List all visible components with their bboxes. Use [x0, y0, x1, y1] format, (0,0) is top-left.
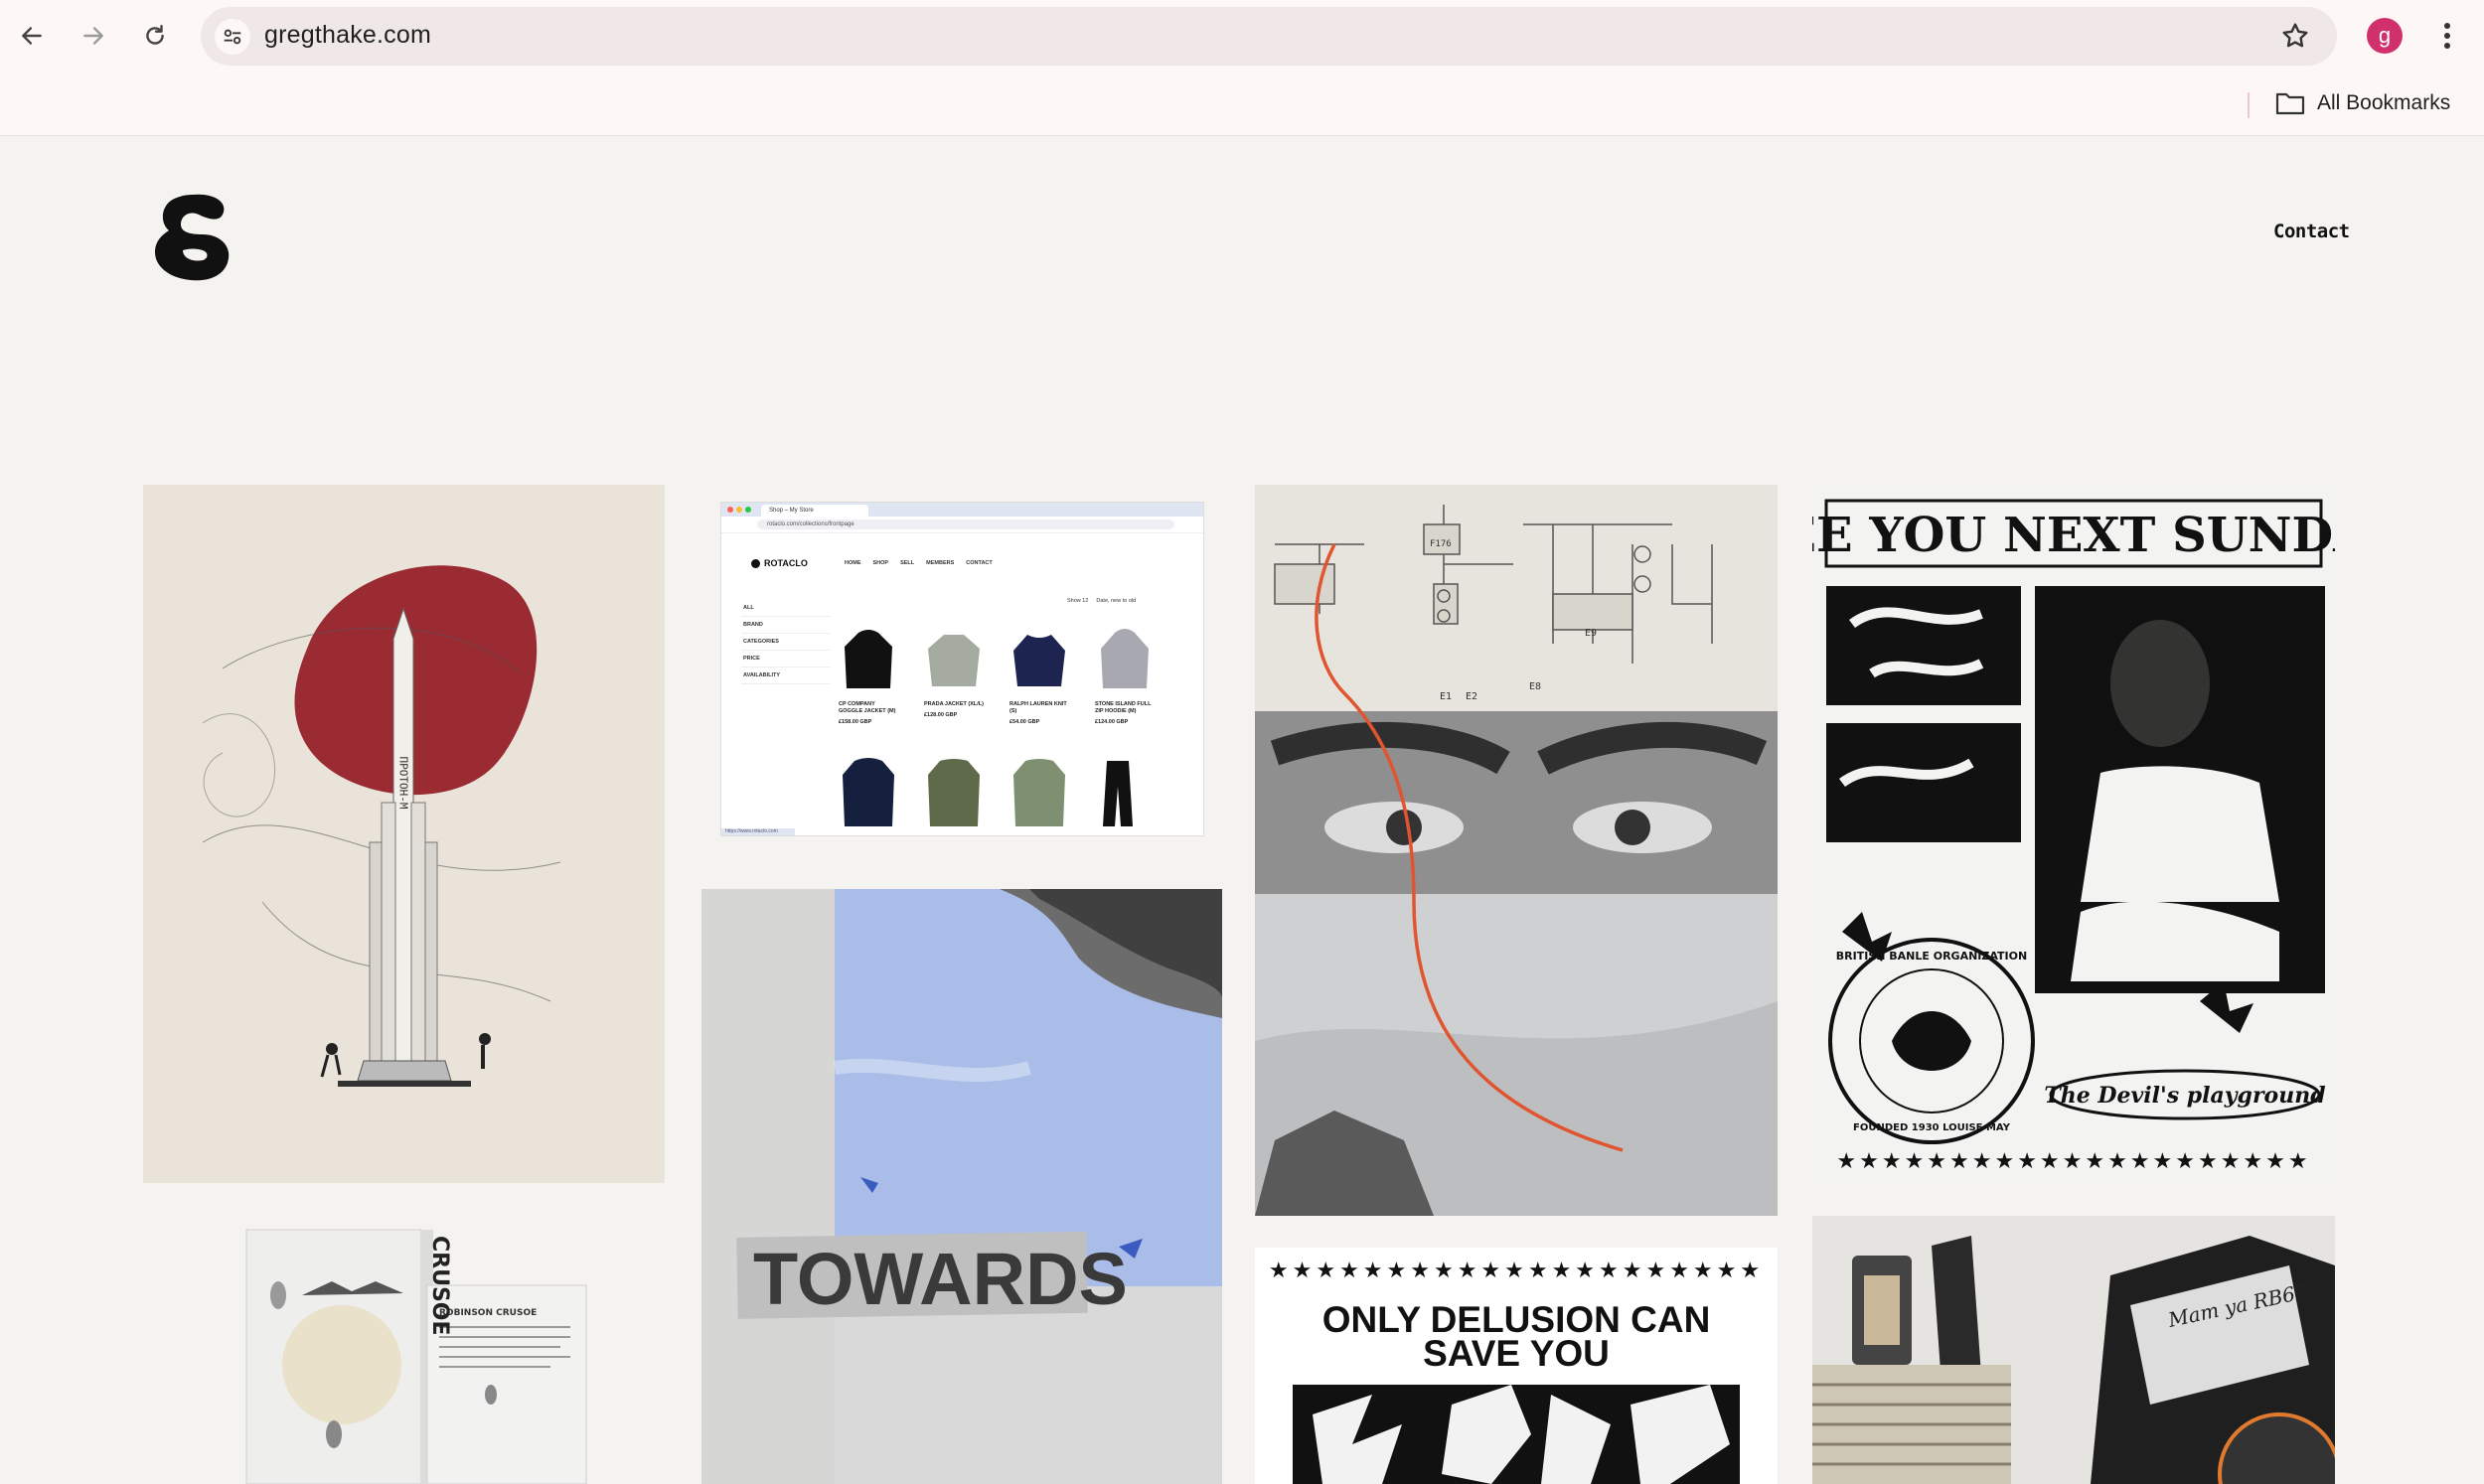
rotaclo-menu-item: CONTACT — [966, 560, 993, 566]
rotaclo-product-price: £124.00 GBP — [1095, 719, 1129, 725]
rotaclo-menu: HOME SHOP SELL MEMBERS CONTACT — [845, 560, 993, 566]
schematic-label: E1 — [1440, 691, 1452, 702]
sunday-headline: SEE YOU NEXT SUNDAY — [1812, 508, 2335, 563]
contact-link[interactable]: Contact — [2273, 221, 2350, 242]
seal-text: BRITISH BANLE ORGANIZATION — [1836, 950, 2027, 963]
mock-tab-title: Shop – My Store — [761, 505, 868, 517]
forward-button[interactable] — [76, 18, 111, 54]
sunday-poster: SEE YOU NEXT SUNDAY BRITISH BANLE ORGANI… — [1812, 485, 2335, 1183]
delusion-headline-line1: ONLY DELUSION CAN — [1321, 1299, 1711, 1340]
rotaclo-footer-url: https://www.rotaclo.com — [721, 828, 795, 835]
mock-address: rotaclo.com/collections/frontpage — [721, 517, 1203, 533]
camera-collage: Mam ya RB67 — [1812, 1216, 2335, 1484]
crusoe-book-title: ROBINSON CRUSOE — [439, 1308, 537, 1318]
rotaclo-sort: Show 12 Date, new to old — [1067, 598, 1136, 604]
bookmarks-bar: All Bookmarks — [0, 73, 2484, 136]
project-tile-rotaclo[interactable]: Shop – My Store rotaclo.com/collections/… — [721, 503, 1203, 835]
rotaclo-filters: ALL BRAND CATEGORIES PRICE AVAILABILITY — [741, 600, 831, 684]
rotaclo-product-row-2 — [843, 758, 1133, 826]
bookmarks-separator — [2248, 92, 2250, 118]
rotaclo-menu-item: MEMBERS — [926, 560, 955, 566]
seal-founded: FOUNDED 1930 LOUISE MAY — [1853, 1122, 2011, 1133]
seal: BRITISH BANLE ORGANIZATION FOUNDED 1930 … — [1828, 938, 2035, 1144]
browser-toolbar: gregthake.com g — [0, 0, 2484, 73]
url-text[interactable]: gregthake.com — [264, 21, 431, 50]
rocket-caption: ПРОТОН-М — [397, 757, 410, 810]
rotaclo-product-title: RALPH LAUREN KNIT (S) — [1009, 701, 1067, 714]
rotaclo-order: Date, new to old — [1096, 598, 1137, 604]
svg-text:★★★★★★★★★★★★★★★★★★★★★: ★★★★★★★★★★★★★★★★★★★★★ — [1836, 1149, 2310, 1174]
address-bar[interactable]: gregthake.com — [201, 7, 2337, 66]
schematic-collage: E1 E2 E8 E9 F176 — [1255, 485, 1778, 1216]
all-bookmarks-button[interactable]: All Bookmarks — [2275, 86, 2450, 120]
rotaclo-show: Show 12 — [1067, 598, 1089, 604]
back-button[interactable] — [14, 18, 50, 54]
schematic-label: E8 — [1529, 681, 1541, 692]
rotaclo-product: RALPH LAUREN KNIT (S) £54.00 GBP — [1009, 626, 1069, 726]
rotaclo-product-price: £158.00 GBP — [839, 719, 872, 725]
crusoe-books: ROBINSON CRUSOE CRUSOE — [143, 1216, 665, 1484]
project-tile-camera[interactable]: Mam ya RB67 — [1812, 1216, 2335, 1484]
project-tile-schematic[interactable]: E1 E2 E8 E9 F176 — [1255, 485, 1778, 1216]
rotaclo-product-title: CP COMPANY GOGGLE JACKET (M) — [839, 701, 896, 714]
profile-initial: g — [2378, 23, 2392, 48]
mock-address-text: rotaclo.com/collections/frontpage — [757, 519, 1174, 529]
folder-icon — [2275, 92, 2305, 115]
schematic-label: E9 — [1585, 628, 1597, 639]
schematic-label: F176 — [1430, 539, 1452, 549]
rotaclo-brand-text: ROTACLO — [764, 558, 808, 568]
reload-icon — [146, 25, 164, 45]
more-vert-icon — [2444, 23, 2450, 49]
project-tile-delusion[interactable]: ★★★★★★★★★★★★★★★★★★★★★ ONLY DELUSION CAN … — [1255, 1248, 1778, 1484]
profile-avatar[interactable]: g — [2367, 18, 2403, 54]
rotaclo-filter: CATEGORIES — [741, 634, 831, 651]
rotaclo-product-price: £54.00 GBP — [1009, 719, 1040, 725]
stars-row: ★★★★★★★★★★★★★★★★★★★★★ — [1268, 1258, 1765, 1282]
rotaclo-product-title: STONE ISLAND FULL ZIP HOODIE (M) — [1095, 701, 1152, 714]
g-logo-mark — [155, 194, 230, 281]
rotaclo-filter: AVAILABILITY — [741, 668, 831, 684]
reload-button[interactable] — [137, 18, 173, 54]
rotaclo-product-title: PRADA JACKET (XL/L) — [924, 701, 984, 707]
rotaclo-product: CP COMPANY GOGGLE JACKET (M) £158.00 GBP — [839, 626, 898, 726]
site-logo[interactable] — [153, 191, 231, 282]
delusion-headline-line2: SAVE YOU — [1423, 1333, 1610, 1374]
forward-arrow-icon — [83, 27, 103, 45]
project-tile-crusoe[interactable]: ROBINSON CRUSOE CRUSOE — [143, 1216, 665, 1484]
project-tile-sunday[interactable]: SEE YOU NEXT SUNDAY BRITISH BANLE ORGANI… — [1812, 485, 2335, 1183]
all-bookmarks-label: All Bookmarks — [2317, 91, 2451, 114]
crusoe-spine: CRUSOE — [427, 1236, 452, 1336]
delusion-headline: ONLY DELUSION CAN SAVE YOU — [1255, 1299, 1778, 1374]
rotaclo-filter: BRAND — [741, 617, 831, 634]
rotaclo-brand: ROTACLO — [751, 558, 808, 568]
rotaclo-product-price: £128.00 GBP — [924, 712, 958, 718]
back-arrow-icon — [22, 27, 42, 45]
mock-tab-bar: Shop – My Store — [721, 503, 1203, 517]
rotaclo-product: PRADA JACKET (XL/L) £128.00 GBP — [924, 626, 984, 719]
rocket-collage: ПРОТОН-М — [143, 485, 665, 1183]
delusion-hands — [1293, 1385, 1740, 1484]
towards-collage: TOWARDS — [701, 889, 1222, 1484]
browser-menu-button[interactable] — [2432, 18, 2462, 54]
project-tile-rocket[interactable]: ПРОТОН-М — [143, 485, 665, 1183]
rotaclo-filter: ALL — [741, 600, 831, 617]
rotaclo-filter: PRICE — [741, 651, 831, 668]
rotaclo-product: STONE ISLAND FULL ZIP HOODIE (M) £124.00… — [1095, 626, 1155, 726]
schematic-label: E2 — [1466, 691, 1477, 702]
project-tile-towards[interactable]: TOWARDS — [701, 889, 1222, 1484]
rotaclo-menu-item: HOME — [845, 560, 861, 566]
sunday-banner: The Devil's playground — [2044, 1083, 2325, 1109]
rotaclo-menu-item: SHOP — [872, 560, 889, 566]
towards-headline: TOWARDS — [753, 1238, 1128, 1320]
rotaclo-menu-item: SELL — [900, 560, 915, 566]
site-info-icon[interactable] — [215, 19, 250, 55]
bookmark-star-icon[interactable] — [2279, 20, 2313, 54]
